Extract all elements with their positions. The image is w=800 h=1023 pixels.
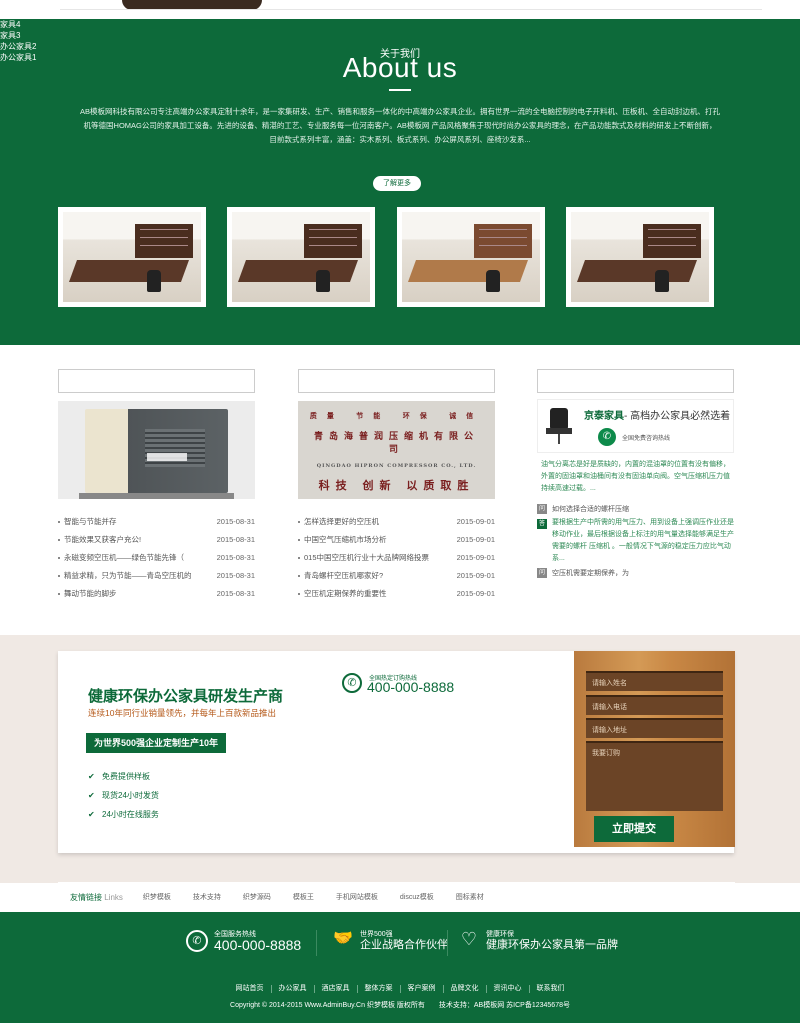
chair-icon (546, 408, 572, 448)
friend-link[interactable]: 织梦模板 (143, 892, 171, 902)
feature-item: ✔ 24小时在线服务 (88, 810, 159, 819)
friend-link[interactable]: 模板王 (293, 892, 314, 902)
faq-question[interactable]: 问如何选择合适的螺杆压缩 (537, 501, 734, 517)
faq-list: 问如何选择合适的螺杆压缩 答要根据生产中所需的用气压力、用到设备上强调压作业还是… (537, 501, 734, 581)
product-caption[interactable]: 家具3 (0, 30, 800, 41)
news-column-2: 质量 节能 环保 诚信 青岛海普润压缩机有限公司 QINGDAO HIPRON … (298, 369, 495, 603)
submit-button[interactable]: 立即提交 (594, 816, 674, 842)
product-caption[interactable]: 家具4 (0, 19, 800, 30)
about-section: 关于我们 About us AB模板网科技有限公司专注高端办公家具定制十余年，是… (0, 19, 800, 345)
faq-paragraph: 油气分离芯是好是质缺的，内置的混油罩的位置有没有偏移，外置的固油罩和油桶间有没有… (541, 461, 730, 492)
order-form: 请输入姓名 请输入电话 请输入地址 我要订购 立即提交 (574, 651, 735, 847)
feature-item: ✔ 现货24小时发货 (88, 791, 159, 800)
list-item[interactable]: 精益求精，只为节能——青岛空压机的 2015-08-31 (58, 567, 255, 585)
list-item[interactable]: 永磁变频空压机——绿色节能先锋（ 2015-08-31 (58, 549, 255, 567)
list-item[interactable]: 015中国空压机行业十大品牌网络投票 2015-09-01 (298, 549, 495, 567)
faq-question[interactable]: 问空压机需要定期保养，为 (537, 565, 734, 581)
name-input[interactable]: 请输入姓名 (586, 671, 723, 691)
phone-icon: ✆ (342, 673, 362, 693)
column-header (298, 369, 495, 393)
product-image (402, 212, 540, 302)
title-underline (389, 89, 411, 91)
product-card[interactable] (58, 207, 206, 307)
news-image[interactable]: 质量 节能 环保 诚信 青岛海普润压缩机有限公司 QINGDAO HIPRON … (298, 401, 495, 499)
footer-nav-item[interactable]: 办公家具 (272, 985, 315, 993)
news-column-3: 京泰家具- 高档办公家具必然选着 ✆ 全国免费咨询热线 油气分离芯是好是质缺的，… (537, 369, 734, 581)
copyright: Copyright © 2014-2015 Www.AdminBuy.Cn 织梦… (230, 1002, 570, 1009)
news-column-1: 智能与节能并存 2015-08-31 节能效果又获客户充公! 2015-08-31 … (58, 369, 255, 603)
learn-more-button[interactable]: 了解更多 (373, 176, 421, 191)
about-description: AB模板网科技有限公司专注高端办公家具定制十余年，是一家集研发、生产、销售和服务… (80, 107, 720, 144)
product-card[interactable] (227, 207, 375, 307)
top-strip (0, 0, 800, 19)
list-item[interactable]: 青岛螺杆空压机哪家好? 2015-09-01 (298, 567, 495, 585)
footer-hotline: ✆ 全国服务热线 400-000-8888 (186, 930, 301, 952)
friend-links: 友情链接 Links 织梦模板 技术支持 织梦源码 模板王 手机网站模板 dis… (58, 882, 735, 912)
footer-nav-item[interactable]: 联系我们 (530, 985, 572, 993)
product-image (571, 212, 709, 302)
question-badge: 问 (537, 568, 547, 578)
promo-banner[interactable]: 京泰家具- 高档办公家具必然选着 ✆ 全国免费咨询热线 (537, 399, 734, 453)
handshake-icon: 🤝 (333, 930, 353, 947)
friend-link[interactable]: 手机网站模板 (336, 892, 378, 902)
contact-headline: 健康环保办公家具研发生产商 (88, 688, 284, 705)
footer-nav-item[interactable]: 资讯中心 (487, 985, 530, 993)
check-icon: ✔ (88, 810, 95, 819)
check-icon: ✔ (88, 772, 95, 781)
list-item[interactable]: 节能效果又获客户充公! 2015-08-31 (58, 531, 255, 549)
hotline-number: 400-000-8888 (367, 679, 455, 695)
divider (316, 930, 317, 956)
product-image (63, 212, 201, 302)
news-section: 智能与节能并存 2015-08-31 节能效果又获客户充公! 2015-08-31 … (0, 345, 800, 635)
footer-partner: 🤝 世界500强 企业战略合作伙伴 (333, 930, 448, 951)
footer: ✆ 全国服务热线 400-000-8888 🤝 世界500强 企业战略合作伙伴 ♡ … (0, 912, 800, 1023)
list-item[interactable]: 智能与节能并存 2015-08-31 (58, 513, 255, 531)
list-item[interactable]: 中国空气压缩机市场分析 2015-09-01 (298, 531, 495, 549)
footer-nav-item[interactable]: 整体方案 (358, 985, 401, 993)
friend-link[interactable]: discuz模板 (400, 892, 434, 902)
list-item[interactable]: 空压机定期保养的重要性 2015-09-01 (298, 585, 495, 603)
product-card[interactable] (397, 207, 545, 307)
product-image (232, 212, 370, 302)
news-list: 智能与节能并存 2015-08-31 节能效果又获客户充公! 2015-08-31 … (58, 513, 255, 603)
divider (447, 930, 448, 956)
footer-nav: 网站首页 办公家具 酒店家具 整体方案 客户案例 品牌文化 资讯中心 联系我们 (0, 985, 800, 993)
faq-answer: 答要根据生产中所需的用气压力、用到设备上强调压作业还是移动作业，最后根据设备上标… (537, 519, 734, 562)
friend-link[interactable]: 织梦源码 (243, 892, 271, 902)
column-header (58, 369, 255, 393)
links-label: 友情链接 Links (70, 892, 123, 902)
footer-brand: ♡ 健康环保 健康环保办公家具第一品牌 (458, 930, 618, 952)
footer-nav-item[interactable]: 酒店家具 (315, 985, 358, 993)
contact-subline: 连续10年同行业销量领先，并每年上百款新品推出 (88, 708, 276, 718)
footer-nav-item[interactable]: 网站首页 (229, 985, 272, 993)
phone-icon: ✆ (598, 428, 616, 446)
friend-link[interactable]: 技术支持 (193, 892, 221, 902)
contact-tag: 为世界500强企业定制生产10年 (86, 733, 227, 753)
footer-nav-item[interactable]: 品牌文化 (444, 985, 487, 993)
phone-icon: ✆ (186, 930, 208, 952)
banner-hotline: 全国免费咨询热线 (622, 436, 671, 442)
heart-icon: ♡ (460, 929, 478, 949)
feature-item: ✔ 免费提供样板 (88, 772, 150, 781)
friend-link[interactable]: 图标素材 (456, 892, 484, 902)
phone-input[interactable]: 请输入电话 (586, 695, 723, 715)
check-icon: ✔ (88, 791, 95, 800)
news-image[interactable] (58, 401, 255, 499)
divider (60, 9, 762, 10)
answer-badge: 答 (537, 519, 547, 529)
about-title-en: About us (342, 52, 458, 83)
feature-list: ✔ 免费提供样板 ✔ 现货24小时发货 ✔ 24小时在线服务 (88, 767, 159, 824)
product-card[interactable] (566, 207, 714, 307)
message-textarea[interactable]: 我要订购 (586, 741, 723, 811)
footer-nav-item[interactable]: 客户案例 (401, 985, 444, 993)
list-item[interactable]: 怎样选择更好的空压机 2015-09-01 (298, 513, 495, 531)
list-item[interactable]: 舞动节能的脚步 2015-08-31 (58, 585, 255, 603)
address-input[interactable]: 请输入地址 (586, 718, 723, 738)
company-plaque: 质量 节能 环保 诚信 青岛海普润压缩机有限公司 QINGDAO HIPRON … (298, 401, 495, 499)
news-list: 怎样选择更好的空压机 2015-09-01 中国空气压缩机市场分析 2015-09-… (298, 513, 495, 603)
column-header (537, 369, 734, 393)
question-badge: 问 (537, 504, 547, 514)
